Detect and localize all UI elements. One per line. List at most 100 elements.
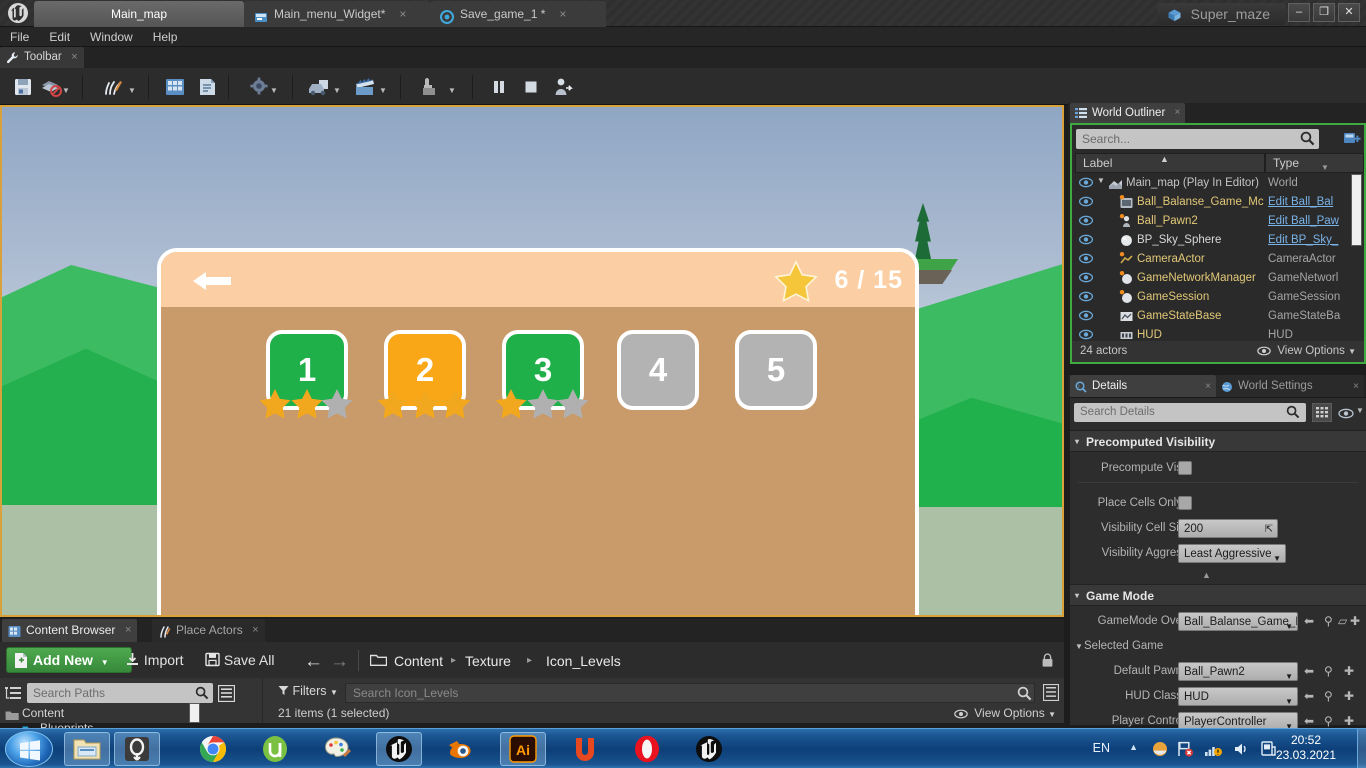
close-icon[interactable]: × [71, 47, 77, 68]
chevron-down-icon[interactable]: ▼ [333, 86, 341, 95]
level-button-5[interactable]: 5 [735, 330, 817, 410]
section-precomputed-visibility[interactable]: Precomputed Visibility [1070, 430, 1366, 453]
arrow-left-icon[interactable]: ⬅ [1304, 614, 1314, 628]
save-current-level-button[interactable] [8, 72, 38, 102]
add-icon[interactable]: ✚ [1344, 689, 1354, 703]
outliner-search-input[interactable]: Search... [1076, 129, 1319, 149]
splitter-handle[interactable]: ▲ [1202, 570, 1211, 580]
reset-arrow-icon[interactable]: ⇱ [1265, 521, 1273, 537]
back-arrow-icon[interactable] [191, 269, 233, 293]
modes-button[interactable] [98, 72, 128, 102]
view-options-button[interactable]: View Options ▼ [954, 706, 1056, 720]
taskbar-app-chrome[interactable] [190, 732, 236, 766]
place-cells-only-checkbox[interactable] [1178, 496, 1192, 510]
close-icon[interactable]: × [125, 619, 131, 642]
eye-icon[interactable] [1338, 406, 1354, 424]
hud-class-dropdown[interactable]: HUD ▼ [1178, 687, 1298, 706]
subsection-selected-gamemode[interactable]: ▼ Selected Game [1070, 634, 1366, 659]
level-viewport[interactable]: 6 / 15 1 2 3 4 5 [0, 105, 1064, 617]
outliner-row-bp-sky-sphere[interactable]: BP_Sky_Sphere Edit BP_Sky_ [1075, 231, 1364, 250]
outliner-row-type[interactable]: Edit Ball_Paw [1268, 212, 1364, 231]
eye-icon[interactable] [1078, 196, 1094, 209]
eye-icon[interactable] [1078, 310, 1094, 323]
menu-window[interactable]: Window [80, 27, 143, 47]
add-icon[interactable]: ✚ [1344, 714, 1354, 728]
editor-tab-main-map[interactable]: Main_map [34, 1, 244, 27]
outliner-row-type[interactable]: Edit BP_Sky_ [1268, 231, 1364, 250]
open-blueprints-button[interactable] [192, 72, 222, 102]
expander-icon[interactable]: ▼ [1097, 176, 1105, 185]
outliner-row-game-session[interactable]: GameSession GameSession [1075, 288, 1364, 307]
eye-icon[interactable] [1078, 234, 1094, 247]
tree-view-icon[interactable] [5, 686, 22, 706]
taskbar-app-explorer[interactable] [64, 732, 110, 766]
tab-world-settings[interactable]: World Settings × [1216, 375, 1364, 397]
eye-icon[interactable] [1078, 177, 1094, 190]
close-icon[interactable]: × [559, 1, 566, 27]
eye-icon[interactable] [1078, 291, 1094, 304]
arrow-left-icon[interactable]: ⬅ [1304, 664, 1314, 678]
editor-tab-main-menu-widget[interactable]: Main_menu_Widget* × [244, 1, 430, 27]
precompute-visibility-checkbox[interactable] [1178, 461, 1192, 475]
asset-search-input[interactable]: Search Icon_Levels [345, 683, 1035, 703]
search-icon[interactable] [1286, 405, 1300, 424]
chevron-down-icon[interactable]: ▼ [62, 86, 70, 95]
taskbar-app-illustrator[interactable]: Ai [500, 732, 546, 766]
tab-details[interactable]: i Details × [1070, 375, 1216, 397]
editor-tab-save-game-1[interactable]: Save_game_1 * × [430, 1, 606, 27]
menu-file[interactable]: File [0, 27, 39, 47]
play-mode-options-button[interactable] [304, 72, 334, 102]
taskbar-app-opera-classic[interactable] [114, 732, 160, 766]
tab-place-actors[interactable]: Place Actors × [152, 619, 265, 642]
language-indicator[interactable]: EN [1093, 741, 1110, 755]
add-icon[interactable]: ✚ [1344, 664, 1354, 678]
grid-view-icon[interactable] [1311, 402, 1333, 427]
menu-edit[interactable]: Edit [39, 27, 80, 47]
eye-icon[interactable] [1078, 215, 1094, 228]
tab-world-outliner[interactable]: World Outliner × [1070, 103, 1186, 123]
path-tree-item-content[interactable]: Content [22, 706, 64, 720]
visibility-cell-size-input[interactable]: 200 ⇱ [1178, 519, 1278, 538]
default-pawn-dropdown[interactable]: Ball_Pawn2 ▼ [1178, 662, 1298, 681]
close-icon[interactable]: × [1353, 376, 1359, 398]
outliner-row-game-state-base[interactable]: GameStateBase GameStateBa [1075, 307, 1364, 326]
arrow-left-icon[interactable]: ⬅ [1304, 689, 1314, 703]
pause-button[interactable] [484, 72, 514, 102]
stop-button[interactable] [516, 72, 546, 102]
outliner-row-hud[interactable]: HUD HUD [1075, 326, 1364, 340]
menu-help[interactable]: Help [143, 27, 188, 47]
arrow-left-icon[interactable]: ⬅ [1304, 714, 1314, 728]
search-icon[interactable] [1300, 131, 1315, 151]
breadcrumb-icon-levels[interactable]: Icon_Levels [546, 653, 621, 669]
eye-icon[interactable] [1078, 272, 1094, 285]
restore-button[interactable]: ❐ [1313, 3, 1335, 22]
taskbar-app-unreal-editor[interactable] [376, 732, 422, 766]
details-search-input[interactable]: Search Details [1074, 403, 1306, 422]
toolbar-tab[interactable]: Toolbar × [0, 47, 84, 68]
taskbar-app-utorrent[interactable] [252, 732, 298, 766]
gamemode-override-dropdown[interactable]: Ball_Balanse_Game_I ▼ [1178, 612, 1298, 631]
expander-icon[interactable]: ▼ [1075, 642, 1083, 651]
outliner-scrollbar[interactable] [1351, 174, 1362, 246]
section-game-mode[interactable]: Game Mode [1070, 584, 1366, 607]
level-button-4[interactable]: 4 [617, 330, 699, 410]
opera-tray-icon[interactable] [1152, 741, 1168, 762]
taskbar-app-vegas[interactable] [562, 732, 608, 766]
eye-icon[interactable] [1078, 253, 1094, 266]
close-icon[interactable]: × [252, 619, 258, 642]
save-all-button[interactable]: Save All [205, 652, 274, 668]
search-icon[interactable] [1017, 686, 1032, 706]
lock-icon[interactable] [1041, 653, 1054, 673]
outliner-row-camera-actor[interactable]: CameraActor CameraActor [1075, 250, 1364, 269]
add-actor-icon[interactable] [1344, 130, 1361, 152]
show-desktop-button[interactable] [1357, 729, 1366, 768]
flag-alert-icon[interactable] [1177, 741, 1194, 762]
chevron-down-icon[interactable]: ▼ [1356, 406, 1364, 415]
list-view-icon[interactable] [217, 684, 236, 707]
open-level-blueprint-button[interactable] [160, 72, 190, 102]
outliner-row-ball-pawn2[interactable]: Ball_Pawn2 Edit Ball_Paw [1075, 212, 1364, 231]
chevron-down-icon[interactable]: ▼ [448, 86, 456, 95]
edit-icon[interactable]: ▱ [1338, 614, 1347, 628]
taskbar-app-unreal-editor-2[interactable] [686, 732, 732, 766]
taskbar-app-opera[interactable] [624, 732, 670, 766]
